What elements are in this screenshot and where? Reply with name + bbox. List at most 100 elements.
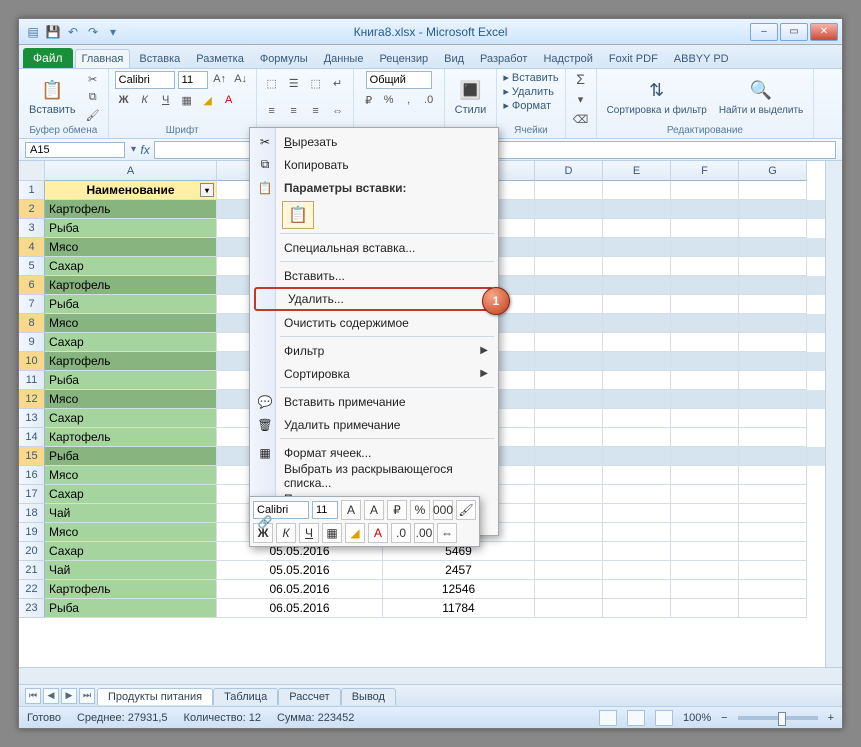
colhdr-G[interactable]: G bbox=[739, 161, 807, 181]
currency-icon[interactable]: ₽ bbox=[360, 92, 378, 108]
cell[interactable] bbox=[535, 238, 603, 257]
align-top-icon[interactable]: ⬚ bbox=[263, 75, 281, 91]
cell[interactable] bbox=[671, 295, 739, 314]
row-header[interactable]: 17 bbox=[19, 485, 45, 504]
cell[interactable] bbox=[603, 371, 671, 390]
mini-font-size[interactable] bbox=[312, 501, 338, 519]
cell[interactable]: Мясо bbox=[45, 466, 217, 485]
cell[interactable]: Рыба bbox=[45, 371, 217, 390]
mini-underline[interactable]: Ч bbox=[299, 523, 319, 543]
cell[interactable]: 2457 bbox=[383, 561, 535, 580]
fill-icon[interactable]: ▾ bbox=[572, 91, 590, 107]
row-header[interactable]: 13 bbox=[19, 409, 45, 428]
cell[interactable] bbox=[671, 200, 739, 219]
row-header[interactable]: 7 bbox=[19, 295, 45, 314]
mini-format-painter-icon[interactable]: 🖌 bbox=[456, 500, 476, 520]
cell[interactable] bbox=[535, 504, 603, 523]
cell[interactable] bbox=[535, 523, 603, 542]
cell[interactable] bbox=[671, 314, 739, 333]
cell[interactable]: Рыба bbox=[45, 447, 217, 466]
cell[interactable] bbox=[603, 333, 671, 352]
row-header[interactable]: 1 bbox=[19, 181, 45, 200]
cell[interactable]: Чай bbox=[45, 504, 217, 523]
row-header[interactable]: 5 bbox=[19, 257, 45, 276]
cell[interactable] bbox=[671, 181, 739, 200]
mini-inc-dec-icon[interactable]: .0 bbox=[391, 523, 411, 543]
mini-italic[interactable]: К bbox=[276, 523, 296, 543]
cell[interactable]: Мясо bbox=[45, 390, 217, 409]
percent-icon[interactable]: % bbox=[380, 92, 398, 108]
mini-fill-color-icon[interactable]: ◢ bbox=[345, 523, 365, 543]
mini-currency-icon[interactable]: ₽ bbox=[387, 500, 407, 520]
shrink-font-icon[interactable]: A↓ bbox=[232, 71, 250, 87]
row-header[interactable]: 12 bbox=[19, 390, 45, 409]
paste-option-values[interactable]: 📋 bbox=[282, 201, 314, 229]
row-header[interactable]: 2 bbox=[19, 200, 45, 219]
cell[interactable] bbox=[603, 599, 671, 618]
ctx-dropdown-pick[interactable]: Выбрать из раскрывающегося списка... bbox=[252, 464, 496, 487]
grid-row[interactable]: 22Картофель06.05.201612546 bbox=[19, 580, 842, 599]
cell[interactable] bbox=[535, 409, 603, 428]
cells-format[interactable]: ▸ Формат bbox=[503, 99, 551, 112]
autosum-icon[interactable]: Σ bbox=[572, 71, 590, 87]
align-center-icon[interactable]: ≡ bbox=[285, 103, 303, 119]
cell[interactable]: Мясо bbox=[45, 523, 217, 542]
cell[interactable]: Сахар bbox=[45, 257, 217, 276]
row-header[interactable]: 22 bbox=[19, 580, 45, 599]
sheet-tab-1[interactable]: Таблица bbox=[213, 688, 278, 705]
row-header[interactable]: 19 bbox=[19, 523, 45, 542]
zoom-in-icon[interactable]: + bbox=[828, 712, 834, 724]
mini-border-icon[interactable]: ▦ bbox=[322, 523, 342, 543]
view-pagebreak-icon[interactable] bbox=[655, 710, 673, 726]
mini-shrink-font-icon[interactable]: A bbox=[364, 500, 384, 520]
border-icon[interactable]: ▦ bbox=[178, 92, 196, 108]
cell[interactable] bbox=[739, 314, 807, 333]
cell[interactable] bbox=[739, 428, 807, 447]
cell[interactable]: Картофель bbox=[45, 276, 217, 295]
paste-button[interactable]: 📋Вставить bbox=[25, 76, 80, 118]
tab-insert[interactable]: Вставка bbox=[132, 49, 187, 68]
cell[interactable] bbox=[739, 352, 807, 371]
format-painter-icon[interactable]: 🖌 bbox=[84, 107, 102, 123]
row-header[interactable]: 9 bbox=[19, 333, 45, 352]
file-tab[interactable]: Файл bbox=[23, 48, 73, 68]
sort-filter-button[interactable]: ⇅Сортировка и фильтр bbox=[603, 77, 711, 118]
cell[interactable] bbox=[739, 333, 807, 352]
cell[interactable] bbox=[603, 257, 671, 276]
cell[interactable] bbox=[739, 447, 807, 466]
cell[interactable] bbox=[535, 295, 603, 314]
cell[interactable] bbox=[603, 276, 671, 295]
view-layout-icon[interactable] bbox=[627, 710, 645, 726]
tab-developer[interactable]: Разработ bbox=[473, 49, 534, 68]
ctx-delete-comment[interactable]: 🗑Удалить примечание bbox=[252, 413, 496, 436]
tab-home[interactable]: Главная bbox=[75, 49, 131, 68]
inc-dec-icon[interactable]: .0 bbox=[420, 92, 438, 108]
cell[interactable] bbox=[739, 390, 807, 409]
cell[interactable] bbox=[535, 200, 603, 219]
cell[interactable] bbox=[603, 181, 671, 200]
row-header[interactable]: 23 bbox=[19, 599, 45, 618]
tab-layout[interactable]: Разметка bbox=[189, 49, 251, 68]
cell[interactable] bbox=[671, 219, 739, 238]
filter-dropdown-icon[interactable]: ▾ bbox=[200, 183, 214, 197]
cell[interactable] bbox=[535, 485, 603, 504]
mini-font-color-icon[interactable]: A bbox=[368, 523, 388, 543]
number-format[interactable] bbox=[366, 71, 432, 89]
cell[interactable] bbox=[671, 466, 739, 485]
ctx-filter[interactable]: Фильтр▶ bbox=[252, 339, 496, 362]
cell[interactable] bbox=[535, 428, 603, 447]
cell[interactable] bbox=[671, 504, 739, 523]
cell[interactable]: 06.05.2016 bbox=[217, 599, 383, 618]
cell[interactable] bbox=[603, 561, 671, 580]
ctx-sort[interactable]: Сортировка▶ bbox=[252, 362, 496, 385]
cell[interactable] bbox=[739, 276, 807, 295]
cell[interactable] bbox=[603, 504, 671, 523]
zoom-out-icon[interactable]: − bbox=[721, 712, 727, 724]
grow-font-icon[interactable]: A↑ bbox=[211, 71, 229, 87]
cell[interactable] bbox=[671, 447, 739, 466]
cell[interactable]: Наименование▾ bbox=[45, 181, 217, 200]
mini-comma-icon[interactable]: 000 bbox=[433, 500, 453, 520]
align-right-icon[interactable]: ≡ bbox=[307, 103, 325, 119]
cell[interactable] bbox=[739, 504, 807, 523]
font-size-input[interactable] bbox=[178, 71, 208, 89]
